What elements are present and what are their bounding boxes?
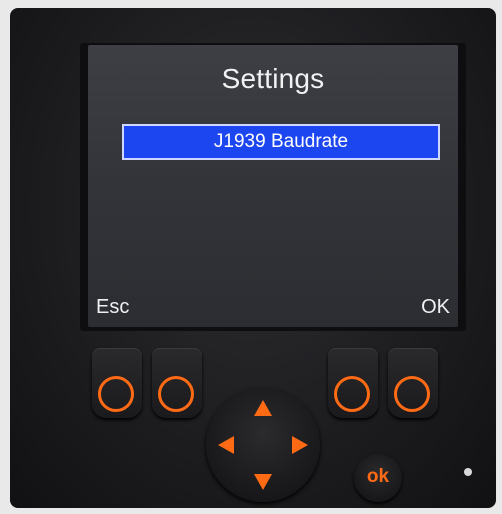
ok-button[interactable]: ok [354, 454, 402, 502]
arrow-up-icon[interactable] [254, 400, 272, 416]
circle-icon [394, 376, 430, 412]
circle-icon [158, 376, 194, 412]
arrow-down-icon[interactable] [254, 474, 272, 490]
circle-icon [98, 376, 134, 412]
lcd-screen: Settings J1939 Baudrate Esc OK [88, 45, 458, 327]
circle-icon [334, 376, 370, 412]
softkey-label-esc: Esc [96, 296, 130, 318]
status-led [464, 468, 472, 476]
navigation-dpad[interactable] [206, 388, 320, 502]
softkey-4-button[interactable] [388, 348, 438, 418]
display-device: Settings J1939 Baudrate Esc OK ok [10, 8, 496, 508]
menu-item-j1939-baudrate[interactable]: J1939 Baudrate [122, 124, 440, 160]
softkey-1-button[interactable] [92, 348, 142, 418]
softkey-label-ok: OK [421, 296, 450, 318]
softkey-2-button[interactable] [152, 348, 202, 418]
arrow-right-icon[interactable] [292, 436, 308, 454]
softkey-3-button[interactable] [328, 348, 378, 418]
arrow-left-icon[interactable] [218, 436, 234, 454]
screen-title: Settings [221, 63, 325, 94]
